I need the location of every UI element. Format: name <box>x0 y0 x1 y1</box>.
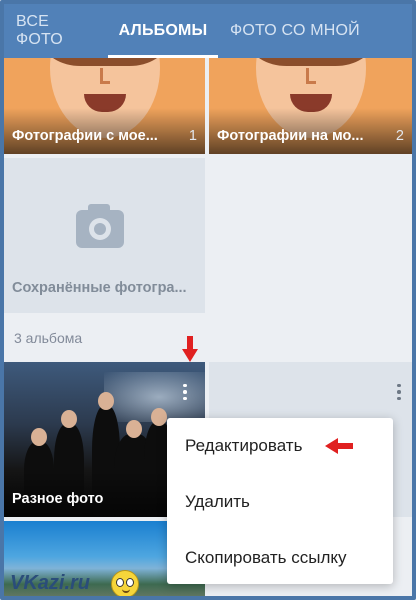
album-title: Фотографии с мое... <box>12 128 158 144</box>
red-arrow-left-icon <box>325 438 353 454</box>
albums-count-label: 3 альбома <box>14 330 83 346</box>
menu-item-delete[interactable]: Удалить <box>185 482 250 522</box>
tab-bar: ВСЕ ФОТО АЛЬБОМЫ ФОТО СО МНОЙ <box>4 4 412 58</box>
kebab-menu-icon[interactable] <box>389 382 409 402</box>
album-title: Фотографии на мо... <box>217 128 364 144</box>
album-count: 2 <box>395 128 404 144</box>
menu-item-edit[interactable]: Редактировать <box>185 426 302 466</box>
menu-item-copy-link[interactable]: Скопировать ссылку <box>185 538 347 578</box>
album-context-menu: Редактировать Удалить Скопировать ссылку <box>167 418 393 584</box>
album-title: Сохранённые фотогра... <box>12 280 187 296</box>
album-count: 1 <box>188 128 197 144</box>
album-tile-saved-photos[interactable]: Сохранённые фотогра... <box>4 158 205 313</box>
red-arrow-down-icon <box>182 336 198 362</box>
tab-all-photos[interactable]: ВСЕ ФОТО <box>8 4 108 58</box>
smiley-icon <box>111 570 139 596</box>
watermark-text: VKazi.ru <box>10 572 91 594</box>
app-frame: ВСЕ ФОТО АЛЬБОМЫ ФОТО СО МНОЙ Фотографии… <box>0 0 416 600</box>
tab-albums[interactable]: АЛЬБОМЫ <box>108 4 218 58</box>
tab-photos-with-me[interactable]: ФОТО СО МНОЙ <box>222 4 368 58</box>
album-tile-wall-photos[interactable]: Фотографии на мо... 2 <box>209 58 412 154</box>
album-title: Разное фото <box>12 491 104 507</box>
camera-icon <box>76 204 124 248</box>
kebab-menu-icon[interactable] <box>175 382 195 402</box>
album-tile-profile-photos[interactable]: Фотографии с мое... 1 <box>4 58 205 154</box>
